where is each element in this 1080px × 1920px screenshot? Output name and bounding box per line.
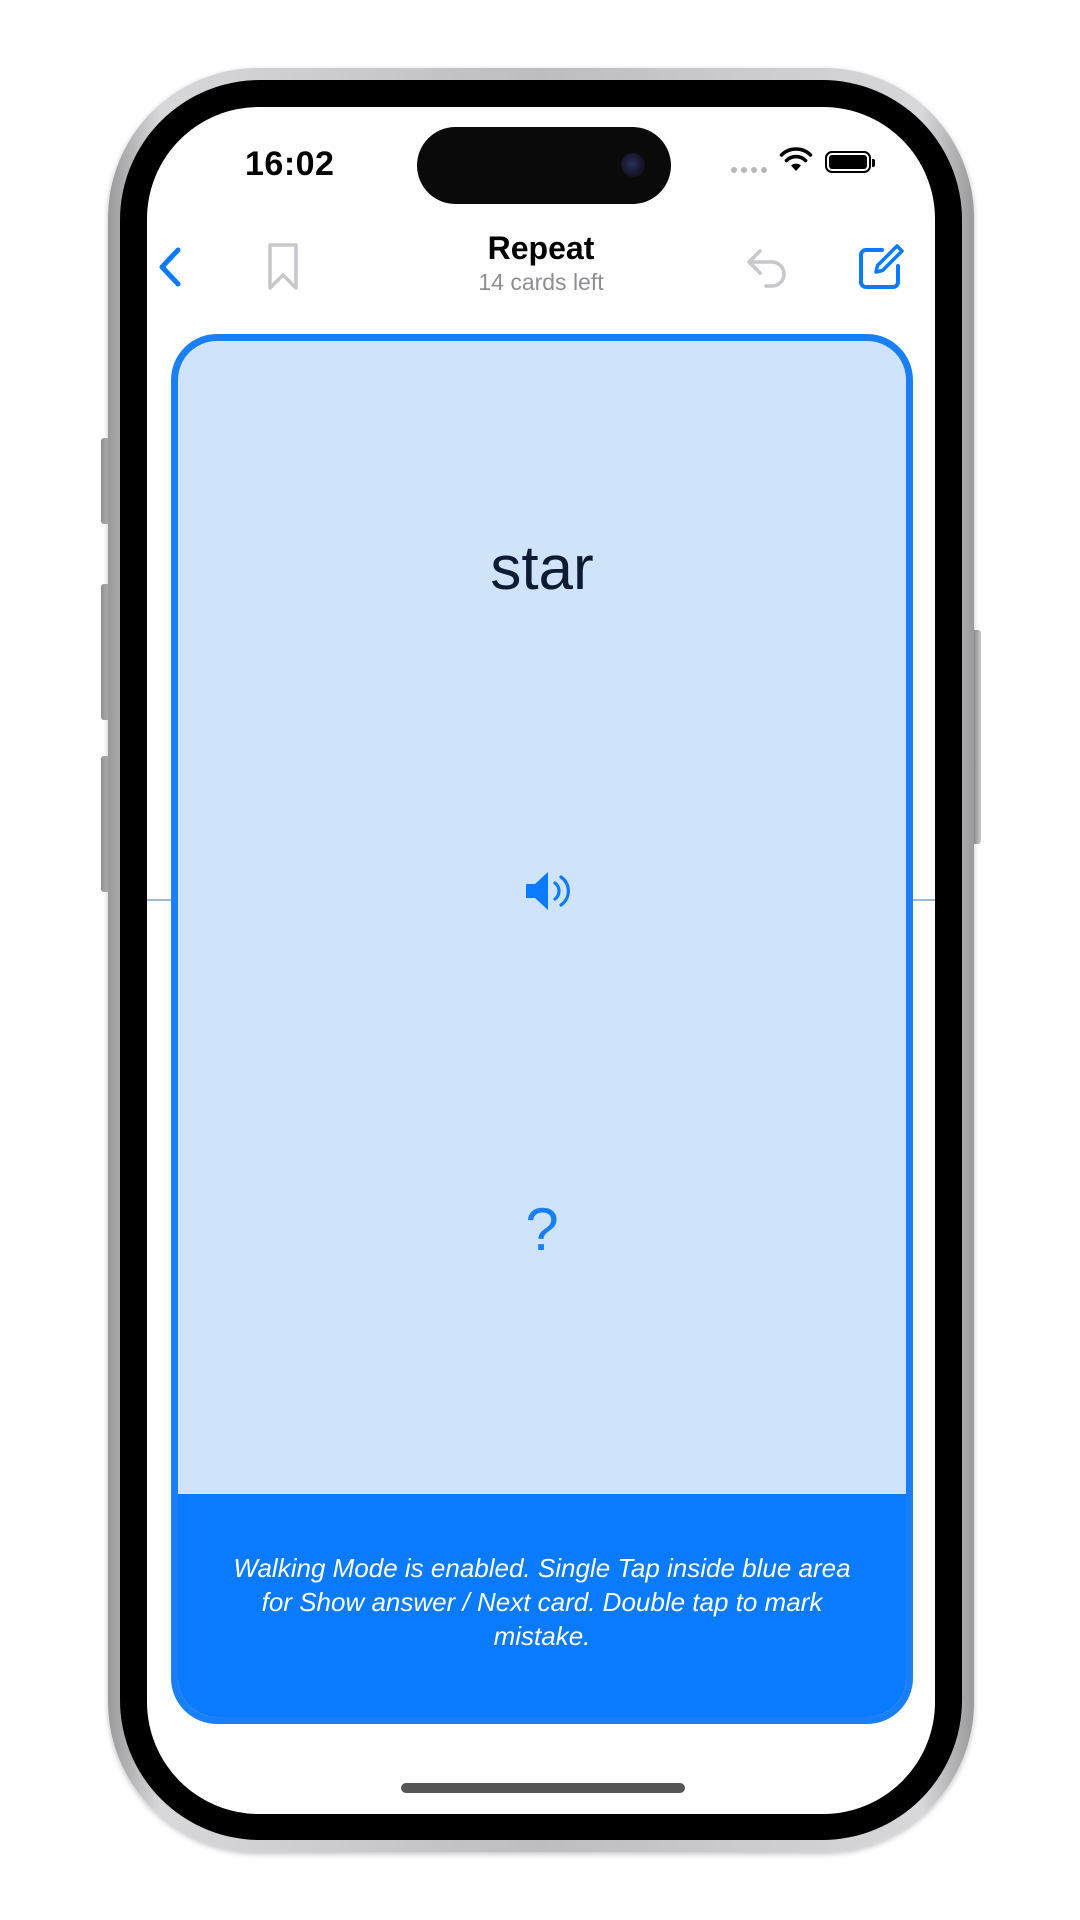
pronunciation-row	[178, 863, 906, 919]
card-word: star	[490, 534, 594, 603]
status-icons	[731, 146, 875, 178]
dynamic-island	[417, 127, 671, 204]
status-time: 16:02	[245, 145, 335, 183]
undo-icon[interactable]	[739, 239, 795, 295]
home-indicator[interactable]	[401, 1783, 685, 1793]
speaker-icon[interactable]	[516, 863, 582, 919]
page-title: Repeat	[487, 230, 595, 266]
front-camera-icon	[621, 153, 645, 177]
flashcard[interactable]: star ? Walking Mode is enabled. Single T…	[171, 334, 913, 1724]
device-screenshot: 16:02 Repeat 14 cards left star ? Walkin…	[0, 0, 1080, 1920]
edit-icon[interactable]	[853, 239, 909, 295]
navigation-bar: Repeat 14 cards left	[147, 225, 935, 315]
cards-left-count: 14 cards left	[478, 269, 604, 295]
walking-mode-message: Walking Mode is enabled. Single Tap insi…	[233, 1552, 851, 1651]
wifi-icon	[779, 146, 813, 178]
walking-mode-banner[interactable]: Walking Mode is enabled. Single Tap insi…	[178, 1494, 906, 1717]
app-screen: 16:02 Repeat 14 cards left star ? Walkin…	[147, 107, 935, 1814]
battery-icon	[825, 151, 875, 173]
answer-placeholder: ?	[525, 1196, 559, 1263]
cellular-dots-icon	[731, 151, 767, 173]
